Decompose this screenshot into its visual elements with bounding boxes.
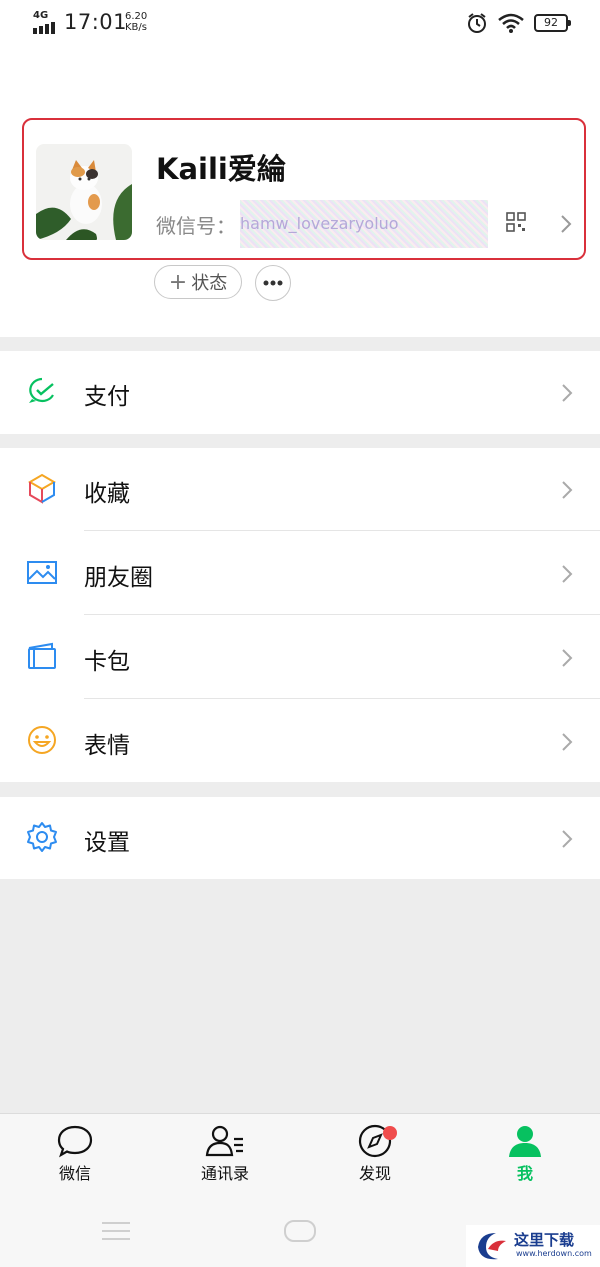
tab-chats[interactable]: 微信 [25, 1124, 125, 1184]
chat-icon [57, 1125, 93, 1158]
nickname: Kaili爱綸 [156, 152, 286, 186]
tab-me[interactable]: 我 [475, 1124, 575, 1184]
alarm-icon [468, 13, 486, 33]
divider [84, 530, 600, 531]
menu-item-card-wallet[interactable]: 卡包 [0, 616, 600, 699]
tab-contacts[interactable]: 通讯录 [175, 1124, 275, 1184]
settings-icon [27, 822, 57, 852]
battery-level: 92 [544, 16, 558, 29]
more-dots-icon [263, 280, 283, 286]
watermark-logo: 这里下载 www.herdown.com [466, 1225, 600, 1267]
menu-item-label: 支付 [84, 384, 130, 410]
menu-item-label: 表情 [84, 733, 130, 759]
chevron-right-icon [562, 733, 573, 751]
favorites-icon [28, 473, 56, 504]
wifi-icon [498, 13, 524, 33]
add-status-button[interactable]: + 状态 [154, 265, 242, 299]
status-button-label: 状态 [191, 273, 228, 294]
home-nav-icon[interactable] [283, 1219, 317, 1243]
chevron-right-icon [562, 481, 573, 499]
more-button[interactable] [255, 265, 291, 301]
chevron-right-icon [562, 830, 573, 848]
battery-icon: 92 [534, 14, 571, 32]
tab-label: 发现 [358, 1164, 391, 1183]
menu-item-settings[interactable]: 设置 [0, 797, 600, 880]
notification-badge [383, 1126, 397, 1140]
watermark-url: www.herdown.com [516, 1249, 592, 1258]
menu-item-sticker[interactable]: 表情 [0, 700, 600, 783]
clock: 17:01 [64, 10, 128, 34]
plus-icon: + [168, 269, 188, 295]
divider [84, 698, 600, 699]
card-wallet-icon [28, 642, 56, 669]
menu-item-pay[interactable]: 支付 [0, 351, 600, 434]
chevron-right-icon [562, 649, 573, 667]
tab-label: 微信 [58, 1164, 91, 1183]
menu-item-label: 朋友圈 [84, 565, 153, 591]
menu-group-pay: 支付 [0, 351, 600, 434]
tab-discover[interactable]: 发现 [325, 1124, 425, 1184]
chevron-right-icon [562, 384, 573, 402]
avatar[interactable] [36, 144, 132, 240]
tab-label: 我 [516, 1164, 533, 1183]
menu-item-favorites[interactable]: 收藏 [0, 448, 600, 531]
net-speed-unit: KB/s [125, 22, 147, 33]
status-right: 92 [466, 12, 571, 34]
chevron-right-icon [562, 565, 573, 583]
wechat-id-label: 微信号： [156, 214, 236, 238]
net-speed-value: 6.20 [125, 11, 148, 22]
watermark-title: 这里下载 [514, 1231, 575, 1249]
contacts-icon [205, 1125, 243, 1157]
net-speed: 6.20 KB/s [125, 11, 147, 33]
signal-icon [33, 22, 55, 34]
watermark-emblem-icon [478, 1233, 506, 1260]
avatar-image [36, 144, 132, 240]
divider [84, 614, 600, 615]
menu-item-label: 收藏 [84, 481, 130, 507]
tab-label: 通讯录 [200, 1164, 249, 1183]
pay-icon [29, 377, 54, 403]
menu-item-label: 卡包 [84, 649, 130, 675]
qr-code-icon[interactable] [506, 212, 526, 232]
network-type: 4G [33, 10, 49, 21]
menu-group-main: 收藏 朋友圈 卡包 表情 [0, 448, 600, 782]
wechat-id-value: hamw_lovezaryoluo [240, 200, 488, 248]
moments-icon [27, 561, 57, 584]
menu-group-settings: 设置 [0, 797, 600, 879]
sticker-icon [28, 726, 56, 754]
menu-item-moments[interactable]: 朋友圈 [0, 532, 600, 615]
me-icon [509, 1126, 541, 1157]
menu-item-label: 设置 [84, 830, 130, 856]
menu-nav-icon[interactable] [100, 1219, 132, 1243]
bottom-tab-bar: 微信 通讯录 发现 我 [0, 1113, 600, 1200]
chevron-right-icon[interactable] [559, 213, 573, 235]
status-bar: 4G 17:01 6.20 KB/s 92 [0, 0, 600, 48]
